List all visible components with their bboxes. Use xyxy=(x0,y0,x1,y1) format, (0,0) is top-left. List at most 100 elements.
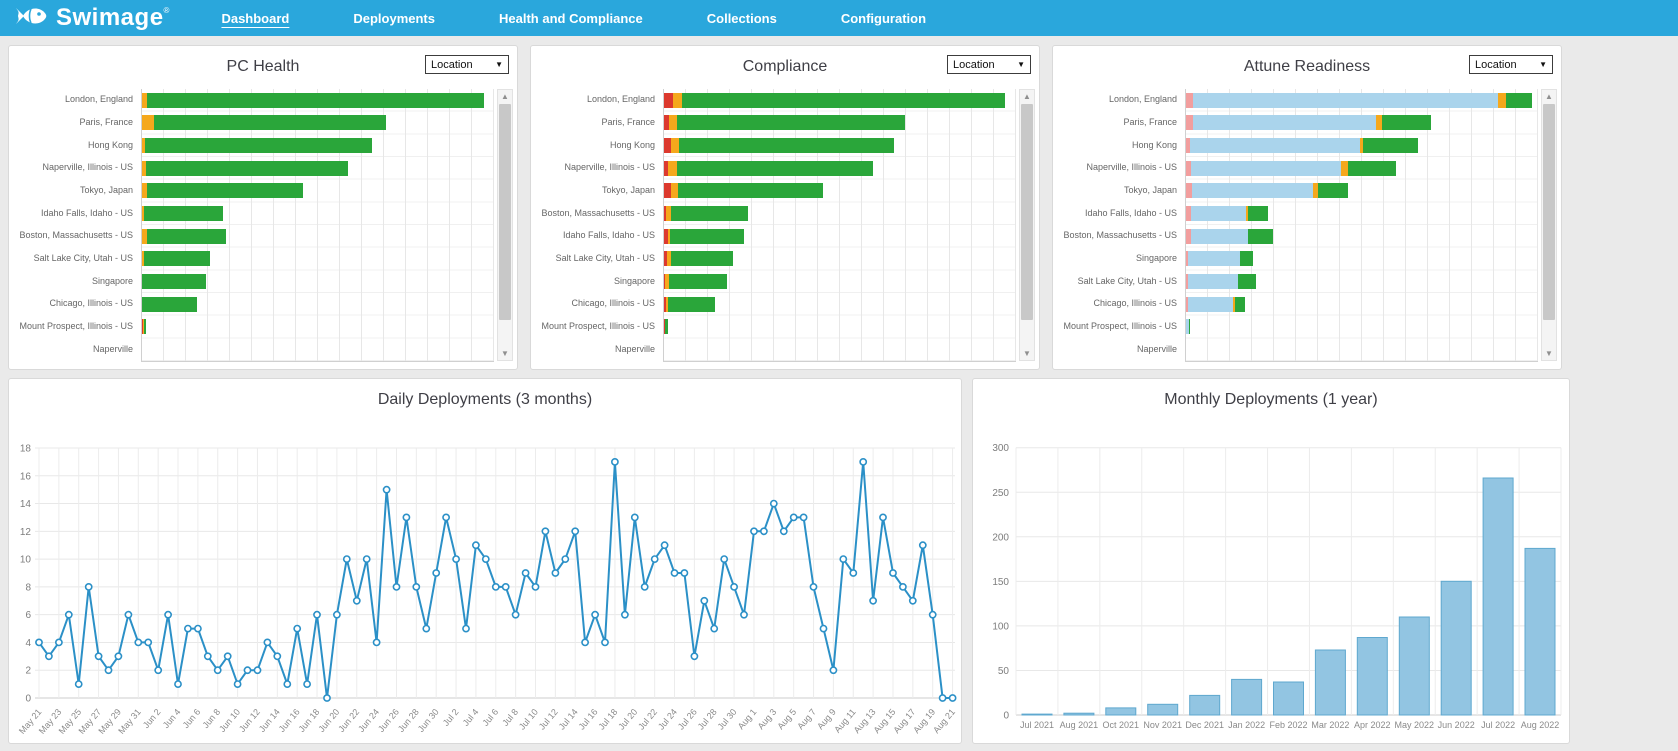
svg-text:16: 16 xyxy=(20,471,32,482)
svg-text:Aug 5: Aug 5 xyxy=(775,707,798,731)
attune-readiness-category-label: Paris, France xyxy=(1123,117,1177,127)
attune-readiness-segment-segment_green xyxy=(1506,93,1532,108)
pc-health-category-label: Paris, France xyxy=(79,117,133,127)
compliance-segment-compliant xyxy=(671,206,748,221)
svg-text:18: 18 xyxy=(20,443,32,454)
nav-links: Dashboard Deployments Health and Complianc… xyxy=(221,11,926,26)
attune-readiness-category-label: Naperville, Illinois - US xyxy=(1086,162,1177,172)
nav-item-health-and-compliance[interactable]: Health and Compliance xyxy=(499,11,643,26)
attune-readiness-segment-segment_green xyxy=(1348,161,1396,176)
monthly-chart-title: Monthly Deployments (1 year) xyxy=(973,391,1569,409)
svg-text:Aug 1: Aug 1 xyxy=(736,707,759,731)
pc-health-location-filter[interactable]: Location ▼ xyxy=(425,55,509,74)
scrollbar-thumb[interactable] xyxy=(1021,104,1033,320)
attune-readiness-segment-segment_green xyxy=(1189,319,1190,334)
svg-text:Jan 2022: Jan 2022 xyxy=(1228,720,1265,730)
scroll-down-icon[interactable]: ▼ xyxy=(498,347,512,360)
compliance-category-label: Tokyo, Japan xyxy=(602,185,655,195)
compliance-segment-compliant xyxy=(677,161,873,176)
attune-readiness-segment-segment_green xyxy=(1363,138,1418,153)
svg-text:Dec 2021: Dec 2021 xyxy=(1185,720,1224,730)
daily-deployments-chart: 024681012141618May 21May 23May 25May 27M… xyxy=(9,415,959,743)
compliance-segment-non_compliant xyxy=(664,138,671,153)
compliance-bar xyxy=(664,161,873,176)
scrollbar-thumb[interactable] xyxy=(499,104,511,320)
attune-readiness-category-label: Mount Prospect, Illinois - US xyxy=(1063,321,1177,331)
location-filter-label: Location xyxy=(431,59,473,71)
compliance-location-filter[interactable]: Location▼ xyxy=(947,55,1031,74)
compliance-segment-compliant xyxy=(665,319,668,334)
pc-health-category-label: Naperville xyxy=(93,344,133,354)
pc-health-segment-warning xyxy=(142,115,154,130)
attune-readiness-bar xyxy=(1186,297,1245,312)
attune-readiness-category-label: Tokyo, Japan xyxy=(1124,185,1177,195)
pc-health-scrollbar[interactable]: ▲ ▼ xyxy=(497,89,513,361)
scroll-up-icon[interactable]: ▲ xyxy=(498,90,512,103)
svg-text:Jul 16: Jul 16 xyxy=(577,707,600,732)
attune-readiness-scrollbar[interactable]: ▲ ▼ xyxy=(1541,89,1557,361)
compliance-bar xyxy=(664,319,668,334)
attune-readiness-segment-segment_green xyxy=(1240,251,1253,266)
attune-readiness-segment-segment_green xyxy=(1382,115,1431,130)
nav-item-configuration[interactable]: Configuration xyxy=(841,11,926,26)
svg-text:14: 14 xyxy=(20,499,32,510)
compliance-segment-warning xyxy=(671,183,678,198)
scroll-up-icon[interactable]: ▲ xyxy=(1020,90,1034,103)
attune-readiness-segment-segment_yellow xyxy=(1498,93,1506,108)
pc-health-segment-healthy xyxy=(154,115,386,130)
compliance-segment-compliant xyxy=(671,251,733,266)
compliance-segment-warning xyxy=(673,93,682,108)
attune-readiness-segment-segment_pink xyxy=(1186,115,1193,130)
pc-health-segment-healthy xyxy=(144,251,210,266)
attune-readiness-location-filter[interactable]: Location▼ xyxy=(1469,55,1553,74)
compliance-scrollbar[interactable]: ▲ ▼ xyxy=(1019,89,1035,361)
compliance-category-label: Singapore xyxy=(614,276,655,286)
attune-readiness-segment-segment_blue xyxy=(1191,206,1246,221)
compliance-bar xyxy=(664,93,1005,108)
nav-item-deployments[interactable]: Deployments xyxy=(353,11,435,26)
compliance-bar xyxy=(664,115,905,130)
scroll-down-icon[interactable]: ▼ xyxy=(1020,347,1034,360)
pc-health-category-label: Naperville, Illinois - US xyxy=(42,162,133,172)
dashboard-screen: Swimage ® Dashboard Deployments Health and… xyxy=(0,0,1678,751)
pc-health-category-label: Boston, Massachusetts - US xyxy=(19,230,133,240)
attune-readiness-category-label: Boston, Massachusetts - US xyxy=(1063,230,1177,240)
chevron-down-icon: ▼ xyxy=(495,60,503,69)
brand-logo[interactable]: Swimage ® xyxy=(14,3,169,34)
attune-readiness-bar xyxy=(1186,229,1273,244)
pc-health-segment-healthy xyxy=(144,206,223,221)
svg-text:12: 12 xyxy=(20,527,32,538)
pc-health-bar xyxy=(142,138,372,153)
scroll-up-icon[interactable]: ▲ xyxy=(1542,90,1556,103)
attune-readiness-bar xyxy=(1186,206,1268,221)
attune-readiness-segment-segment_blue xyxy=(1193,93,1498,108)
pc-health-bar xyxy=(142,319,146,334)
svg-text:250: 250 xyxy=(992,488,1009,499)
attune-readiness-bar xyxy=(1186,161,1396,176)
scroll-down-icon[interactable]: ▼ xyxy=(1542,347,1556,360)
brand-registered-mark: ® xyxy=(164,6,170,15)
svg-text:May 2022: May 2022 xyxy=(1395,720,1435,730)
svg-text:Aug 3: Aug 3 xyxy=(756,707,779,731)
svg-text:8: 8 xyxy=(25,582,31,593)
svg-text:200: 200 xyxy=(992,532,1009,543)
svg-text:Aug 2021: Aug 2021 xyxy=(1060,720,1099,730)
attune-readiness-segment-segment_blue xyxy=(1191,229,1248,244)
scrollbar-thumb[interactable] xyxy=(1543,104,1555,320)
attune-readiness-segment-segment_green xyxy=(1248,229,1273,244)
attune-readiness-segment-segment_blue xyxy=(1192,183,1313,198)
svg-text:Oct 2021: Oct 2021 xyxy=(1103,720,1140,730)
svg-text:Jun 6: Jun 6 xyxy=(181,707,203,730)
svg-text:Jul 10: Jul 10 xyxy=(517,707,540,732)
svg-text:Aug 2022: Aug 2022 xyxy=(1521,720,1560,730)
compliance-bar xyxy=(664,251,733,266)
attune-readiness-category-label: London, England xyxy=(1109,94,1177,104)
nav-item-collections[interactable]: Collections xyxy=(707,11,777,26)
nav-item-dashboard[interactable]: Dashboard xyxy=(221,11,289,26)
svg-text:Nov 2021: Nov 2021 xyxy=(1143,720,1182,730)
svg-text:Jul 2022: Jul 2022 xyxy=(1481,720,1515,730)
svg-text:10: 10 xyxy=(20,555,32,566)
svg-text:Jul 6: Jul 6 xyxy=(480,707,500,728)
compliance-category-label: Hong Kong xyxy=(610,140,655,150)
svg-text:150: 150 xyxy=(992,577,1009,588)
